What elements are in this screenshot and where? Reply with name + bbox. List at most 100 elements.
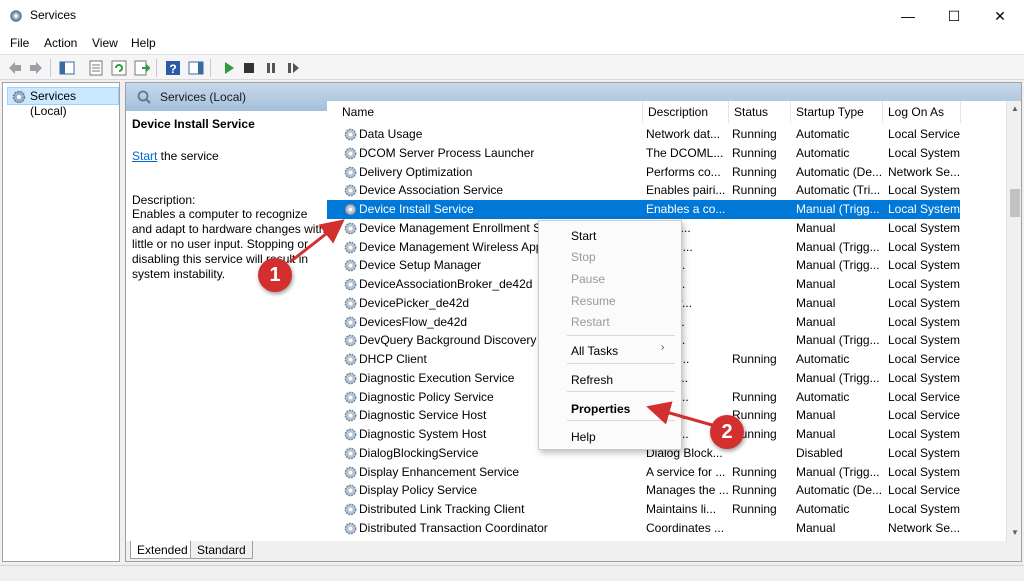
table-row[interactable]: Display Enhancement Service A service for… [327, 463, 960, 482]
table-row[interactable]: Display Policy Service Manages the ... Run… [327, 481, 960, 500]
context-menu-item-help[interactable]: Help [571, 428, 596, 446]
column-header-log-on-as[interactable]: Log On As [883, 101, 961, 123]
gear-icon [12, 90, 26, 104]
service-name: DevicesFlow_de42d [359, 314, 468, 329]
service-name: DevQuery Background Discovery Br [359, 333, 552, 348]
menu-help[interactable]: Help [131, 36, 156, 50]
service-log-on-as: Local System [888, 220, 960, 235]
properties-icon[interactable] [87, 59, 105, 77]
service-status: Running [732, 389, 777, 404]
service-name-cell: DCOM Server Process Launcher [343, 144, 613, 163]
forward-arrow-icon[interactable] [27, 59, 45, 77]
context-menu-separator [567, 363, 675, 364]
context-menu-item-start[interactable]: Start [571, 227, 596, 245]
context-menu-separator [567, 391, 675, 392]
context-menu-item-all-tasks[interactable]: All Tasks [571, 342, 618, 360]
service-status [732, 331, 794, 350]
service-name: Device Management Enrollment Se [359, 220, 548, 235]
service-name: Distributed Transaction Coordinator [359, 520, 548, 535]
context-menu-item-properties[interactable]: Properties [571, 400, 630, 418]
service-startup-type: Manual (Trigg... [796, 239, 880, 254]
service-log-on-as: Local Service [888, 408, 960, 423]
column-header-name[interactable]: Name [327, 101, 643, 123]
table-row[interactable]: Distributed Transaction Coordinator Coord… [327, 519, 960, 538]
service-status [732, 369, 794, 388]
service-status: Running [732, 502, 777, 516]
table-row[interactable]: Data Usage Network dat... Running Automatic… [327, 125, 960, 144]
close-button[interactable]: ✕ [977, 0, 1023, 32]
service-log-on-as: Local Service [888, 352, 960, 366]
scroll-down-icon[interactable]: ▼ [1007, 525, 1021, 541]
service-status: Running [732, 127, 777, 141]
stop-service-icon[interactable] [240, 59, 258, 77]
table-row[interactable]: DCOM Server Process Launcher The DCOML...… [327, 144, 960, 163]
column-header-description[interactable]: Description [643, 101, 729, 123]
start-service-icon[interactable] [220, 59, 238, 77]
service-startup-type: Automatic [796, 502, 850, 516]
context-menu-item-refresh[interactable]: Refresh [571, 371, 613, 389]
service-name: Device Association Service [359, 183, 504, 198]
service-name: DCOM Server Process Launcher [359, 145, 535, 160]
service-name-cell: Distributed Transaction Coordinator [343, 519, 613, 538]
restart-service-icon[interactable] [284, 59, 302, 77]
pause-service-icon[interactable] [262, 59, 280, 77]
service-log-on-as: Local System [888, 445, 960, 460]
minimize-button[interactable]: — [885, 0, 931, 32]
toolbar-separator [156, 59, 157, 77]
service-status [732, 313, 794, 332]
service-name: Diagnostic System Host [359, 427, 487, 441]
service-status [732, 256, 794, 275]
menu-view[interactable]: View [92, 36, 118, 50]
service-status [732, 294, 794, 313]
service-startup-type: Automatic (De... [796, 483, 883, 498]
gear-icon [344, 484, 357, 497]
service-name: DeviceAssociationBroker_de42d [359, 277, 533, 291]
scrollbar-thumb[interactable] [1010, 189, 1020, 217]
refresh-icon[interactable] [110, 59, 128, 77]
service-description-panel: Device Install Service Start the service… [126, 111, 326, 541]
back-arrow-icon[interactable] [6, 59, 24, 77]
service-startup-type: Manual [796, 295, 836, 310]
service-name: Diagnostic Service Host [359, 408, 487, 423]
service-log-on-as: Local System [888, 145, 960, 160]
start-service-link[interactable]: Start [132, 149, 157, 163]
tree-item-services-local[interactable]: Services (Local) [7, 87, 119, 118]
service-name: Display Enhancement Service [359, 464, 520, 479]
service-log-on-as: Local System [888, 427, 960, 441]
svg-text:?: ? [169, 62, 176, 76]
table-row[interactable]: Device Association Service Enables pairi.… [327, 181, 960, 200]
tree-item-label: Services (Local) [30, 89, 77, 118]
table-row[interactable]: Delivery Optimization Performs co... Runni… [327, 163, 960, 182]
service-status [732, 219, 794, 238]
tab-extended[interactable]: Extended [130, 541, 195, 559]
service-name-cell: Data Usage [343, 125, 613, 144]
show-hide-action-pane-icon[interactable] [187, 59, 205, 77]
scroll-up-icon[interactable]: ▲ [1007, 101, 1021, 117]
context-menu: Start Stop Pause Resume Restart All Tasks Refr… [538, 220, 682, 450]
service-description: Manages the ... [646, 483, 728, 498]
maximize-button[interactable]: ☐ [931, 0, 977, 32]
service-status: Running [732, 183, 777, 198]
start-service-line: Start the service [132, 149, 219, 163]
service-name-cell: Display Enhancement Service [343, 463, 613, 482]
table-row[interactable]: Distributed Link Tracking Client Maintain… [327, 500, 960, 519]
service-description-text: Enables a computer to recognize and adap… [132, 207, 326, 281]
service-startup-type: Manual [796, 408, 836, 423]
gear-icon [344, 203, 357, 216]
column-header-startup-type[interactable]: Startup Type [791, 101, 883, 123]
show-hide-console-tree-icon[interactable] [58, 59, 76, 77]
export-list-icon[interactable] [133, 59, 151, 77]
table-row[interactable]: Device Install Service Enables a co... Man… [327, 200, 960, 219]
title-bar: Services — ☐ ✕ [0, 0, 1024, 32]
help-icon[interactable]: ? [164, 59, 182, 77]
column-header-status[interactable]: Status [729, 101, 791, 123]
tab-standard[interactable]: Standard [190, 541, 253, 559]
menu-action[interactable]: Action [44, 36, 77, 50]
pane-title: Services (Local) [160, 90, 247, 104]
gear-icon [344, 222, 357, 235]
menu-file[interactable]: File [10, 36, 29, 50]
vertical-scrollbar[interactable]: ▲ ▼ [1006, 101, 1021, 541]
service-description: Enables a co... [646, 202, 726, 216]
gear-icon [344, 353, 357, 366]
minimize-icon: — [901, 8, 915, 24]
